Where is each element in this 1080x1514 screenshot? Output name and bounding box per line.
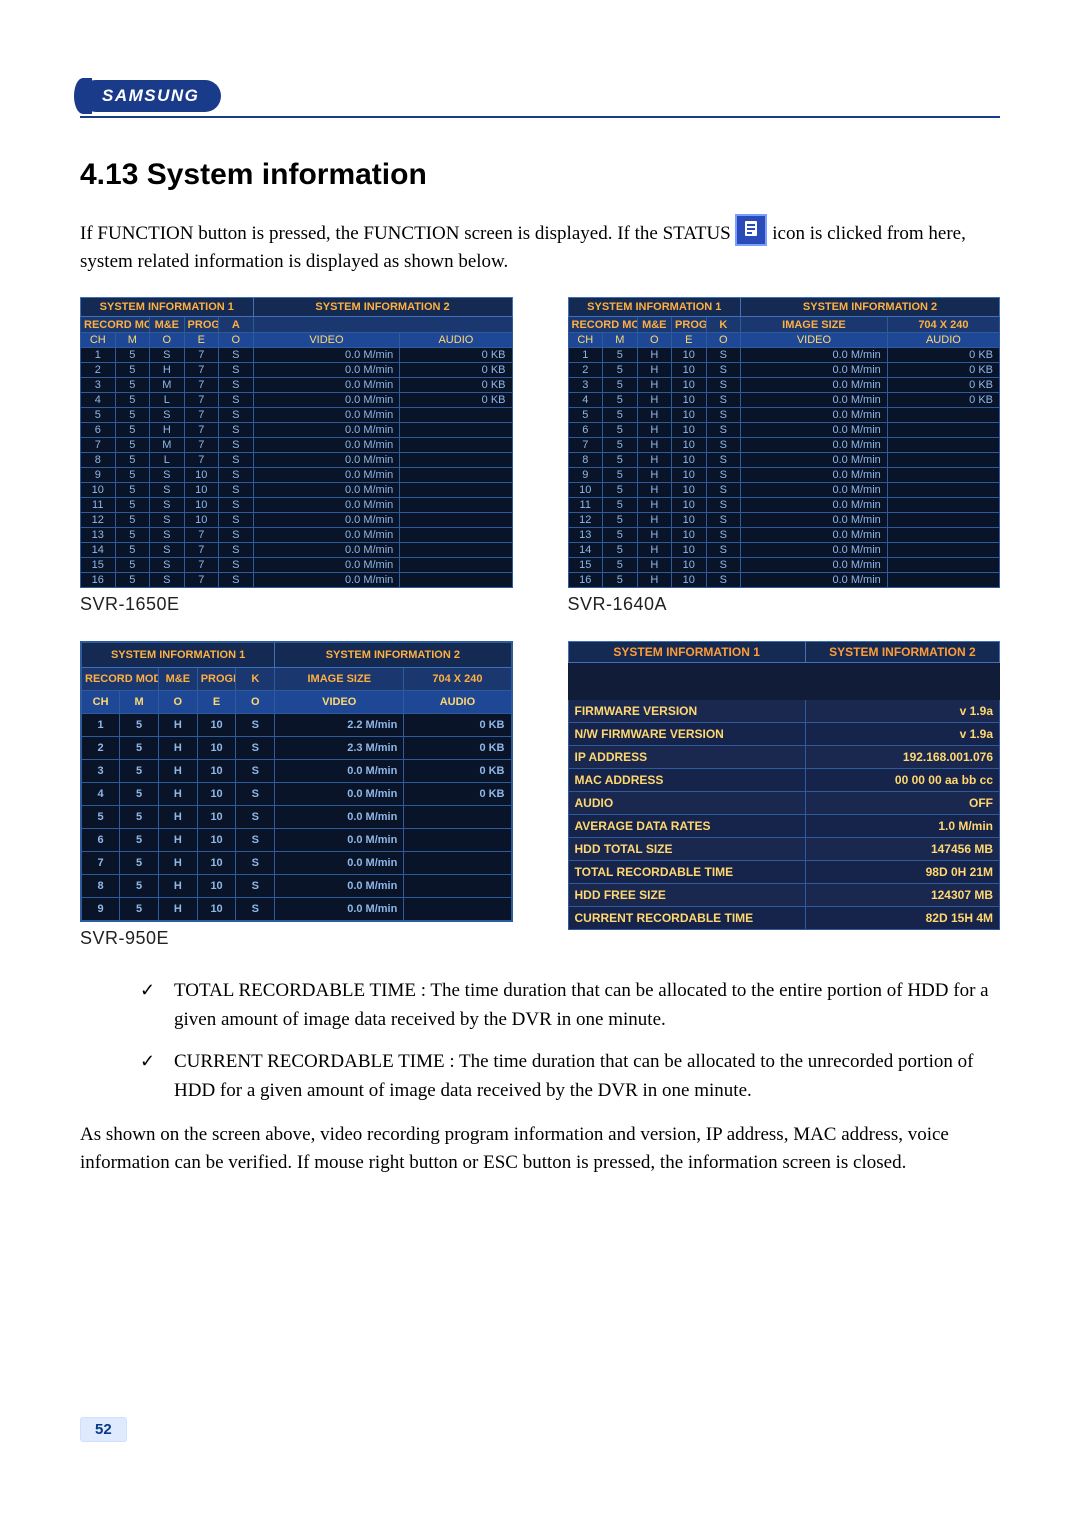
table-row: 35H10S0.0 M/min0 KB [568,378,1000,393]
table-row: 85H10S0.0 M/min [568,453,1000,468]
table-row: 115H10S0.0 M/min [568,498,1000,513]
status-icon [735,214,767,246]
table-row: 25H10S0.0 M/min0 KB [568,363,1000,378]
table-row: 55H10S0.0 M/min [81,806,512,829]
table-row: 125H10S0.0 M/min [568,513,1000,528]
sysinfo-table-950e: SYSTEM INFORMATION 1SYSTEM INFORMATION 2… [80,641,513,922]
table-row: 75H10S0.0 M/min [568,438,1000,453]
table-row: 95S10S0.0 M/min [81,468,513,483]
table-row: 75M7S0.0 M/min [81,438,513,453]
table-row: 145S7S0.0 M/min [81,543,513,558]
table-row: 35H10S0.0 M/min0 KB [81,760,512,783]
table-row: 95H10S0.0 M/min [568,468,1000,483]
sysinfo-table-1640a: SYSTEM INFORMATION 1SYSTEM INFORMATION 2… [568,297,1001,588]
tab-sysinfo1: SYSTEM INFORMATION 1 [81,298,254,317]
table-row: 15H10S0.0 M/min0 KB [568,348,1000,363]
table-row: 165H10S0.0 M/min [568,573,1000,588]
table-row: 25H10S2.3 M/min0 KB [81,737,512,760]
sysinfo2-panel: SYSTEM INFORMATION 1SYSTEM INFORMATION 2… [568,641,1001,930]
bullet-current-rec-time: CURRENT RECORDABLE TIME : The time durat… [140,1048,1000,1105]
table-row: 55H10S0.0 M/min [568,408,1000,423]
table-row: 35M7S0.0 M/min0 KB [81,378,513,393]
model-label-1650e: SVR-1650E [80,594,513,615]
kv-row: IP ADDRESS192.168.001.076 [568,746,1000,769]
intro-paragraph: If FUNCTION button is pressed, the FUNCT… [80,214,1000,275]
table-row: 135H10S0.0 M/min [568,528,1000,543]
table-row: 155S7S0.0 M/min [81,558,513,573]
table-row: 85H10S0.0 M/min [81,875,512,898]
section-heading: 4.13 System information [80,158,1000,192]
kv-row: TOTAL RECORDABLE TIME98D 0H 21M [568,861,1000,884]
table-row: 155H10S0.0 M/min [568,558,1000,573]
table-row: 45H10S0.0 M/min0 KB [568,393,1000,408]
header-bar: SAMSUNG [80,80,1000,118]
table-row: 105S10S0.0 M/min [81,483,513,498]
kv-row: HDD TOTAL SIZE147456 MB [568,838,1000,861]
closing-paragraph: As shown on the screen above, video reco… [80,1121,1000,1176]
table-row: 75H10S0.0 M/min [81,852,512,875]
table-row: 45H10S0.0 M/min0 KB [81,783,512,806]
intro-text-a: If FUNCTION button is pressed, the FUNCT… [80,223,735,244]
tab-sysinfo2: SYSTEM INFORMATION 2 [253,298,512,317]
model-label-950e: SVR-950E [80,928,513,949]
table-row: 105H10S0.0 M/min [568,483,1000,498]
kv-row: FIRMWARE VERSIONv 1.9a [568,700,1000,723]
sysinfo-table-1650e: SYSTEM INFORMATION 1SYSTEM INFORMATION 2… [80,297,513,588]
kv-row: AVERAGE DATA RATES1.0 M/min [568,815,1000,838]
kv-row: AUDIOOFF [568,792,1000,815]
table-row: 15H10S2.2 M/min0 KB [81,714,512,737]
kv-row: N/W FIRMWARE VERSIONv 1.9a [568,723,1000,746]
table-row: 145H10S0.0 M/min [568,543,1000,558]
kv-row: CURRENT RECORDABLE TIME82D 15H 4M [568,907,1000,930]
kv-row: MAC ADDRESS00 00 00 aa bb cc [568,769,1000,792]
model-label-1640a: SVR-1640A [568,594,1001,615]
page-number: 52 [80,1417,127,1442]
table-row: 65H7S0.0 M/min [81,423,513,438]
table-row: 165S7S0.0 M/min [81,573,513,588]
table-row: 115S10S0.0 M/min [81,498,513,513]
table-row: 95H10S0.0 M/min [81,898,512,922]
table-row: 45L7S0.0 M/min0 KB [81,393,513,408]
table-row: 15S7S0.0 M/min0 KB [81,348,513,363]
table-row: 125S10S0.0 M/min [81,513,513,528]
table-row: 65H10S0.0 M/min [81,829,512,852]
samsung-logo: SAMSUNG [80,80,221,112]
table-row: 25H7S0.0 M/min0 KB [81,363,513,378]
bullet-total-rec-time: TOTAL RECORDABLE TIME : The time duratio… [140,977,1000,1034]
table-row: 85L7S0.0 M/min [81,453,513,468]
table-row: 65H10S0.0 M/min [568,423,1000,438]
table-row: 55S7S0.0 M/min [81,408,513,423]
kv-row: HDD FREE SIZE124307 MB [568,884,1000,907]
definition-list: TOTAL RECORDABLE TIME : The time duratio… [140,977,1000,1105]
table-row: 135S7S0.0 M/min [81,528,513,543]
